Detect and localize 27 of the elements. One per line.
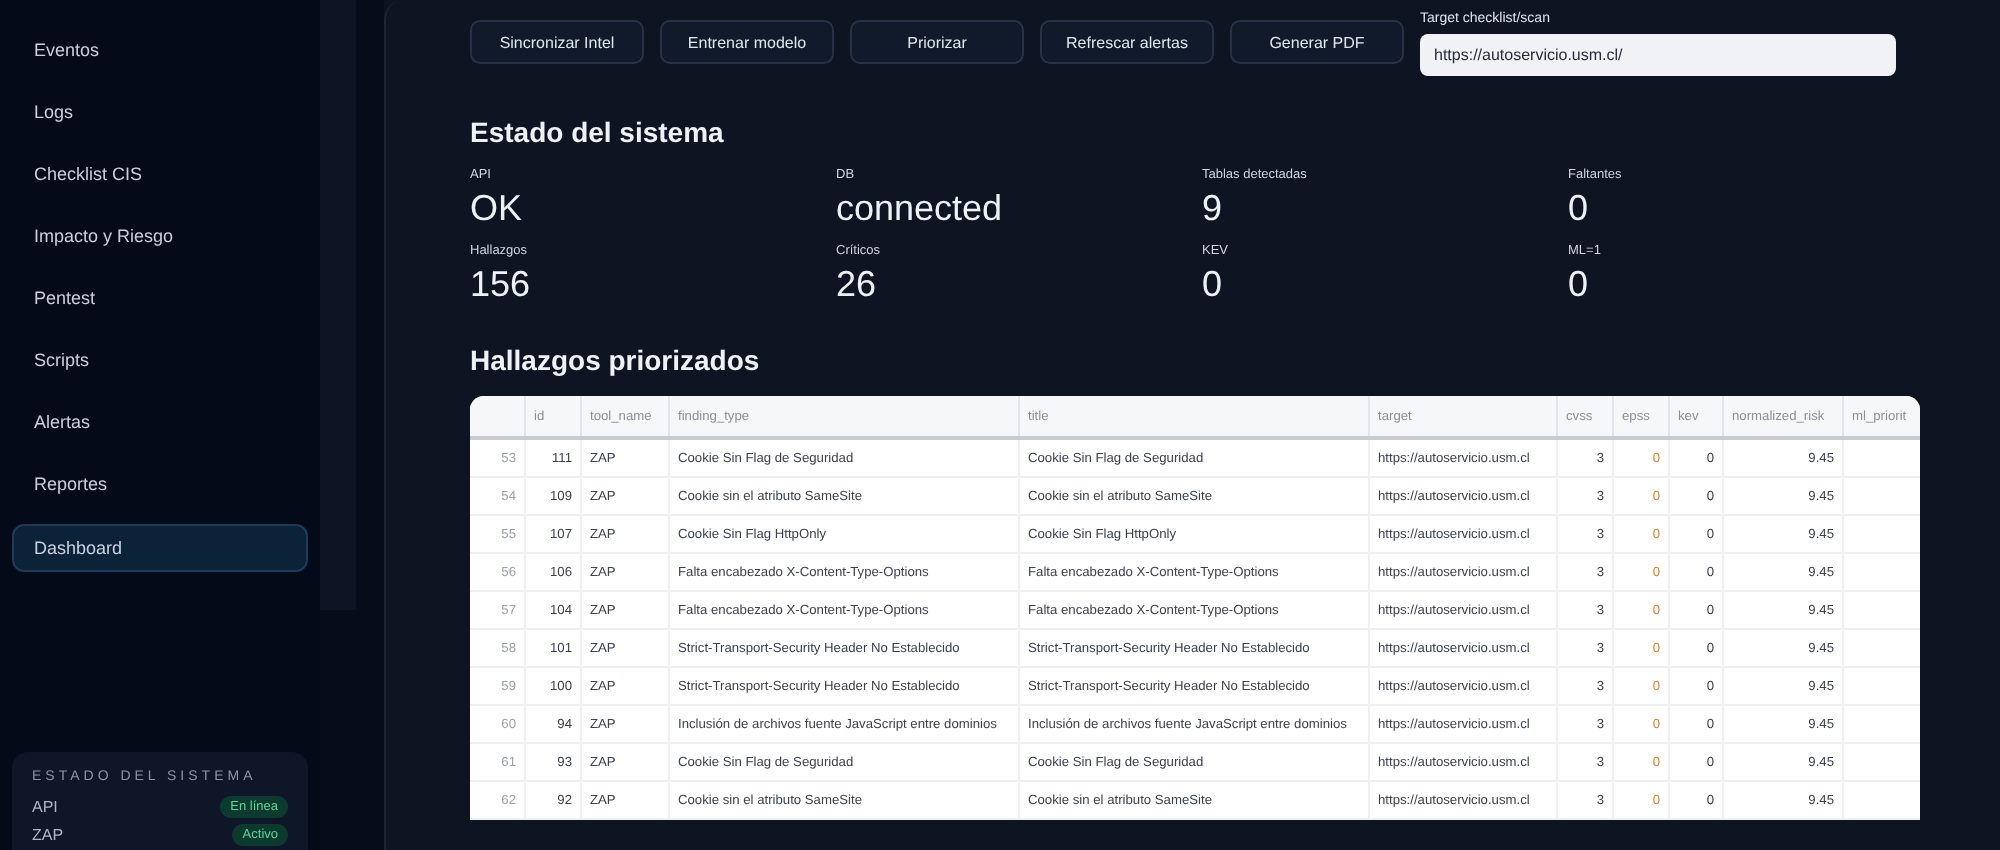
sidebar-item[interactable]: Eventos (12, 28, 308, 72)
section-title: Estado del sistema (470, 116, 726, 148)
sidebar-item[interactable]: Checklist CIS (12, 152, 308, 196)
metric-value: connected (836, 188, 1005, 228)
status-label: API (32, 798, 58, 816)
action-button[interactable]: Sincronizar Intel (470, 20, 644, 64)
sidebar-item[interactable]: Alertas (12, 400, 308, 444)
sidebar-item[interactable]: Logs (12, 90, 308, 134)
metric-value: 26 (836, 264, 879, 304)
metric-value: OK (470, 188, 525, 228)
sidebar-item[interactable]: Impacto y Riesgo (12, 214, 308, 258)
sidebar-item[interactable]: Dashboard (12, 524, 308, 572)
target-field[interactable]: https://autoservicio.usm.cl/ (1420, 34, 1896, 76)
action-button[interactable]: Generar PDF (1230, 20, 1404, 64)
sidebar-item[interactable]: Reportes (12, 462, 308, 506)
action-button[interactable]: Refrescar alertas (1040, 20, 1214, 64)
status-label: ZAP (32, 826, 64, 844)
section-title: Hallazgos priorizados (470, 344, 762, 376)
metric-value: 0 (1568, 188, 1591, 228)
metric-value: 0 (1568, 264, 1591, 304)
action-button[interactable]: Priorizar (850, 20, 1024, 64)
sidebar-item[interactable]: Scripts (12, 338, 308, 382)
metric-value: 0 (1202, 264, 1225, 304)
metric-value: 9 (1202, 188, 1225, 228)
action-button[interactable]: Entrenar modelo (660, 20, 834, 64)
metric-value: 156 (470, 264, 533, 304)
sidebar-item[interactable]: Pentest (12, 276, 308, 320)
